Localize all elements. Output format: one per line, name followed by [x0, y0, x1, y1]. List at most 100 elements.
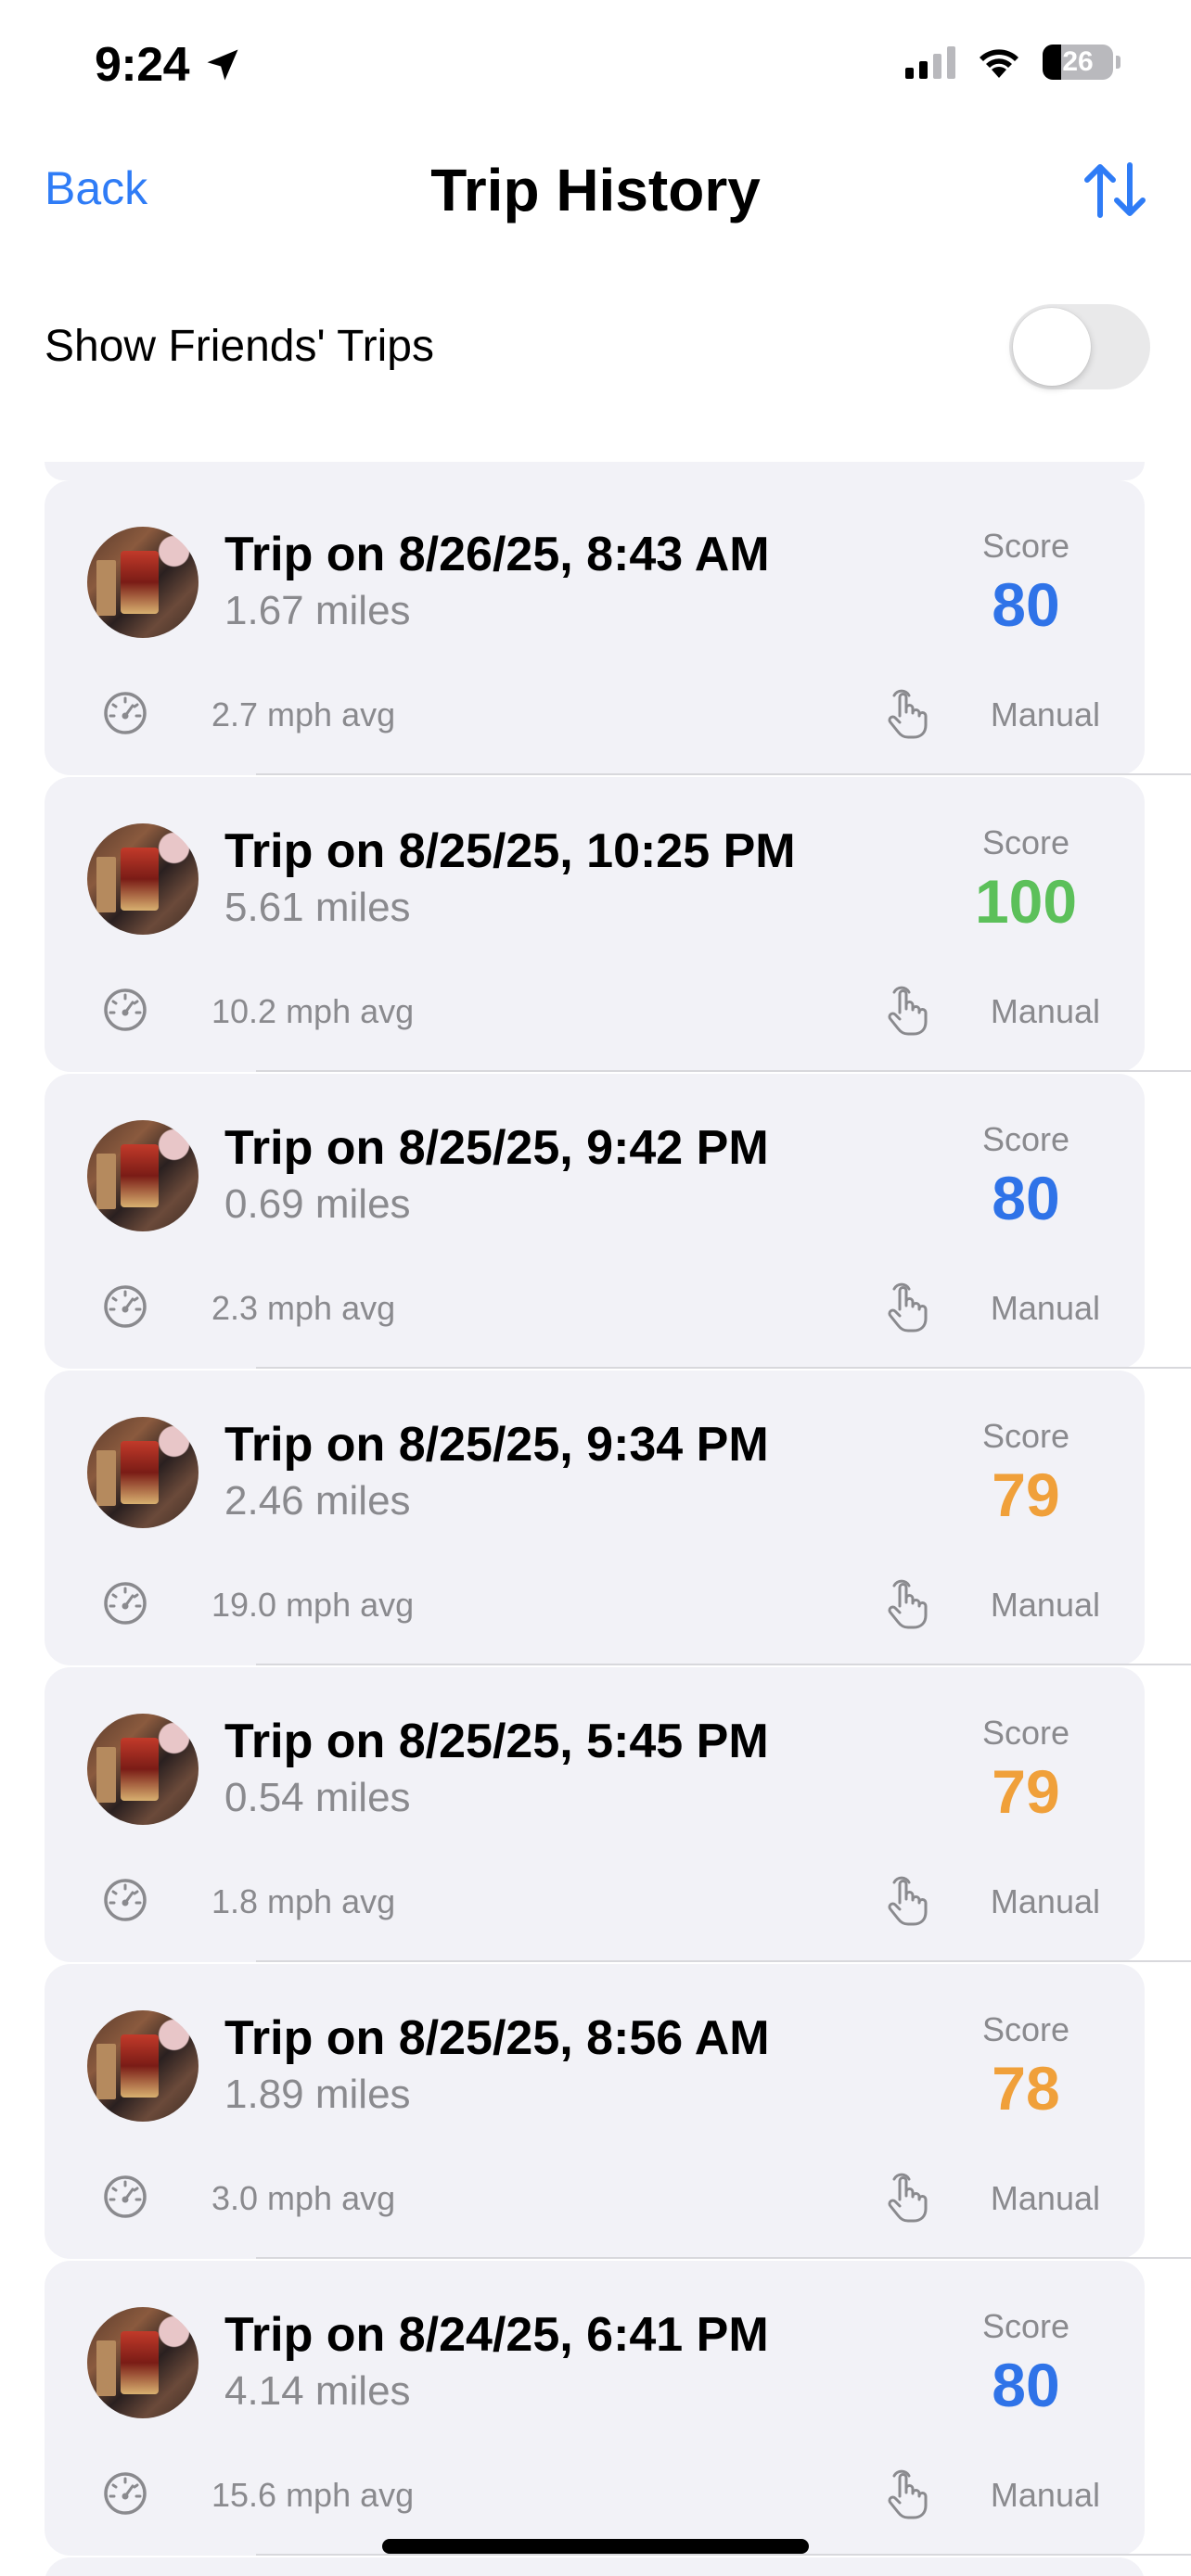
cellular-signal-icon [905, 45, 955, 79]
score-block: Score 78 [952, 2010, 1100, 2123]
hand-tap-icon [888, 1282, 928, 1333]
trip-speed: 3.0 mph avg [211, 2179, 396, 2217]
avatar [87, 1417, 198, 1528]
score-block: Score 79 [952, 1714, 1100, 1827]
speedometer-icon [104, 988, 147, 1031]
score-block: Score 80 [952, 2307, 1100, 2420]
trip-speed: 2.7 mph avg [211, 695, 396, 733]
trip-title: Trip on 8/25/25, 9:42 PM [224, 1121, 769, 1175]
trip-list[interactable]: Trip on 8/26/25, 8:43 AM 1.67 miles Scor… [0, 462, 1191, 2576]
friends-trips-row: Show Friends' Trips [0, 297, 1191, 408]
hand-tap-icon [888, 2173, 928, 2223]
trip-card[interactable]: Trip on 8/26/25, 8:43 AM 1.67 miles Scor… [45, 480, 1191, 775]
trip-mode: Manual [990, 992, 1100, 1030]
score-value: 80 [992, 570, 1060, 639]
navigation-bar: Back Trip History [0, 139, 1191, 241]
trip-title: Trip on 8/24/25, 6:41 PM [224, 2308, 769, 2362]
hand-tap-icon [888, 2469, 928, 2519]
hand-tap-icon [888, 1876, 928, 1926]
card-divider [256, 1664, 1191, 1665]
score-label: Score [981, 1714, 1070, 1752]
trip-speed: 2.3 mph avg [211, 1289, 396, 1327]
trip-mode: Manual [990, 2476, 1100, 2514]
status-bar: 9:24 26 [0, 0, 1191, 130]
hand-tap-icon [888, 1579, 928, 1629]
trip-distance: 2.46 miles [224, 1478, 411, 1524]
trip-title: Trip on 8/25/25, 10:25 PM [224, 824, 796, 878]
trip-title: Trip on 8/25/25, 9:34 PM [224, 1418, 769, 1472]
trip-speed: 19.0 mph avg [211, 1586, 415, 1624]
score-label: Score [981, 1417, 1070, 1455]
speedometer-icon [104, 1879, 147, 1921]
page-title: Trip History [430, 157, 761, 223]
speedometer-icon [104, 692, 147, 734]
trip-mode: Manual [990, 1586, 1100, 1624]
status-time: 9:24 [95, 37, 243, 93]
trip-speed: 1.8 mph avg [211, 1882, 396, 1920]
trip-title: Trip on 8/25/25, 8:56 AM [224, 2011, 770, 2065]
score-value: 80 [992, 1164, 1060, 1232]
avatar [87, 1120, 198, 1231]
battery-level: 26 [1062, 46, 1094, 77]
score-value: 79 [992, 1460, 1060, 1529]
score-value: 100 [974, 867, 1078, 936]
trip-mode: Manual [990, 1289, 1100, 1327]
avatar [87, 2307, 198, 2418]
trip-distance: 1.67 miles [224, 588, 411, 633]
speedometer-icon [104, 1285, 147, 1328]
status-indicators: 26 [905, 45, 1121, 80]
trip-card[interactable]: Trip on 8/25/25, 8:56 AM 1.89 miles Scor… [45, 1964, 1191, 2259]
battery-icon: 26 [1043, 45, 1121, 80]
score-block: Score 80 [952, 527, 1100, 640]
avatar [87, 1714, 198, 1825]
score-label: Score [981, 527, 1070, 565]
score-block: Score 80 [952, 1120, 1100, 1233]
trip-card[interactable]: Trip on 8/24/25, 6:41 PM 4.14 miles Scor… [45, 2261, 1191, 2556]
location-arrow-icon [207, 49, 238, 81]
status-time-text: 9:24 [95, 38, 190, 92]
score-value: 80 [992, 2351, 1060, 2419]
trip-speed: 15.6 mph avg [211, 2476, 415, 2514]
trip-card[interactable]: Trip on 8/25/25, 9:34 PM 2.46 miles Scor… [45, 1371, 1191, 1665]
card-divider [256, 1367, 1191, 1369]
sort-arrows-icon[interactable] [1080, 159, 1150, 221]
card-divider [256, 1070, 1191, 1072]
list-previous-card-edge [45, 462, 1145, 480]
hand-tap-icon [888, 689, 928, 739]
trip-mode: Manual [990, 695, 1100, 733]
avatar [87, 823, 198, 935]
speedometer-icon [104, 2175, 147, 2218]
home-indicator [382, 2539, 809, 2554]
speedometer-icon [104, 2472, 147, 2515]
score-label: Score [981, 2010, 1070, 2048]
card-divider [256, 773, 1191, 775]
trip-card[interactable]: Trip on 8/25/25, 10:25 PM 5.61 miles Sco… [45, 777, 1191, 1072]
score-label: Score [981, 823, 1070, 861]
trip-card[interactable]: Trip on 8/25/25, 9:42 PM 0.69 miles Scor… [45, 1074, 1191, 1369]
trip-distance: 5.61 miles [224, 885, 411, 930]
trip-card[interactable]: Trip on 8/25/25, 5:45 PM 0.54 miles Scor… [45, 1667, 1191, 1962]
card-divider [256, 2554, 1191, 2556]
avatar [87, 527, 198, 638]
trip-mode: Manual [990, 2179, 1100, 2217]
trip-distance: 0.54 miles [224, 1775, 411, 1820]
toggle-knob [1013, 308, 1091, 386]
card-divider [256, 1960, 1191, 1962]
trip-speed: 10.2 mph avg [211, 992, 415, 1030]
score-block: Score 79 [952, 1417, 1100, 1530]
score-label: Score [981, 2307, 1070, 2345]
friends-trips-toggle[interactable] [1009, 304, 1150, 389]
wifi-icon [980, 49, 1018, 78]
list-next-card-edge [45, 2557, 1145, 2576]
speedometer-icon [104, 1582, 147, 1625]
hand-tap-icon [888, 986, 928, 1036]
trip-distance: 0.69 miles [224, 1181, 411, 1227]
friends-trips-label: Show Friends' Trips [45, 322, 434, 371]
trip-title: Trip on 8/25/25, 5:45 PM [224, 1715, 769, 1768]
score-value: 79 [992, 1757, 1060, 1826]
score-label: Score [981, 1120, 1070, 1158]
score-block: Score 100 [952, 823, 1100, 937]
score-value: 78 [992, 2054, 1060, 2123]
trip-distance: 4.14 miles [224, 2368, 411, 2414]
trip-title: Trip on 8/26/25, 8:43 AM [224, 528, 770, 581]
